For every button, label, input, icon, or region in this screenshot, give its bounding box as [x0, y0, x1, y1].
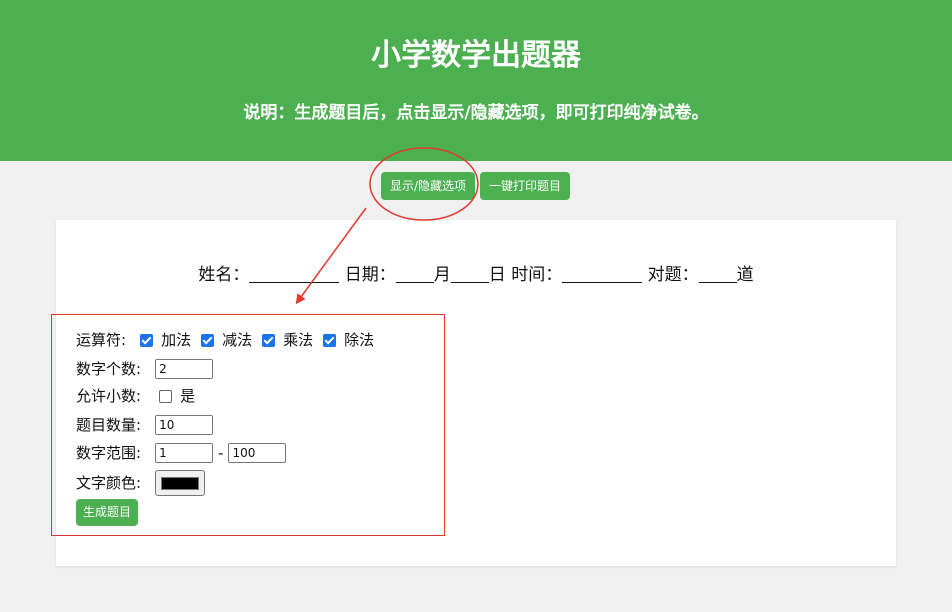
question-count-input[interactable]: 10: [155, 415, 214, 435]
operators-label: 运算符:: [76, 331, 127, 349]
range-min-input[interactable]: 1: [155, 443, 214, 463]
number-count-row: 数字个数: 2: [76, 359, 214, 379]
text-color-row: 文字颜色:: [76, 470, 206, 496]
correct-blank: [698, 264, 737, 283]
worksheet-header-line: 姓名： 日期： 月 日 时间： 对题： 道: [0, 263, 952, 287]
text-color-picker[interactable]: [155, 470, 206, 496]
allow-decimal-option: 是: [180, 387, 196, 405]
allow-decimal-label: 允许小数:: [76, 387, 142, 405]
range-label: 数字范围:: [76, 444, 142, 462]
number-count-label: 数字个数:: [76, 360, 142, 378]
date-label: 日期：: [344, 265, 396, 285]
subtraction-checkbox[interactable]: [201, 333, 215, 347]
question-count-label: 题目数量:: [76, 416, 142, 434]
page-description: 说明：生成题目后，点击显示/隐藏选项，即可打印纯净试卷。: [243, 103, 709, 123]
generate-button[interactable]: 生成题目: [76, 499, 138, 526]
number-count-input[interactable]: 2: [155, 359, 214, 379]
month-blank: [395, 264, 434, 283]
correct-suffix: 道: [736, 265, 754, 285]
toggle-options-button[interactable]: 显示/隐藏选项: [381, 172, 475, 200]
name-blank: [249, 264, 340, 283]
day-blank: [450, 264, 489, 283]
time-blank: [562, 264, 643, 283]
operators-row: 运算符: 加法 减法 乘法 除法: [76, 330, 384, 350]
range-row: 数字范围: 1 - 100: [76, 443, 287, 463]
division-checkbox[interactable]: [323, 333, 337, 347]
day-suffix: 日: [488, 265, 506, 285]
addition-checkbox[interactable]: [140, 333, 154, 347]
header-banner: 小学数学出题器 说明：生成题目后，点击显示/隐藏选项，即可打印纯净试卷。: [0, 0, 952, 161]
color-swatch-fill: [161, 477, 200, 490]
name-label: 姓名：: [198, 265, 250, 285]
range-max-input[interactable]: 100: [228, 443, 287, 463]
division-label: 除法: [344, 331, 375, 349]
multiplication-checkbox[interactable]: [262, 333, 276, 347]
text-color-label: 文字颜色:: [76, 474, 142, 492]
allow-decimal-row: 允许小数: 是: [76, 386, 195, 406]
print-button[interactable]: 一键打印题目: [480, 172, 570, 200]
addition-label: 加法: [161, 331, 192, 349]
time-label: 时间：: [511, 265, 563, 285]
question-count-row: 题目数量: 10: [76, 415, 214, 435]
month-suffix: 月: [433, 265, 451, 285]
range-separator: -: [218, 444, 224, 462]
allow-decimal-checkbox[interactable]: [159, 389, 173, 403]
subtraction-label: 减法: [222, 331, 253, 349]
correct-label: 对题：: [647, 265, 699, 285]
multiplication-label: 乘法: [283, 331, 314, 349]
page-title: 小学数学出题器: [371, 38, 581, 73]
